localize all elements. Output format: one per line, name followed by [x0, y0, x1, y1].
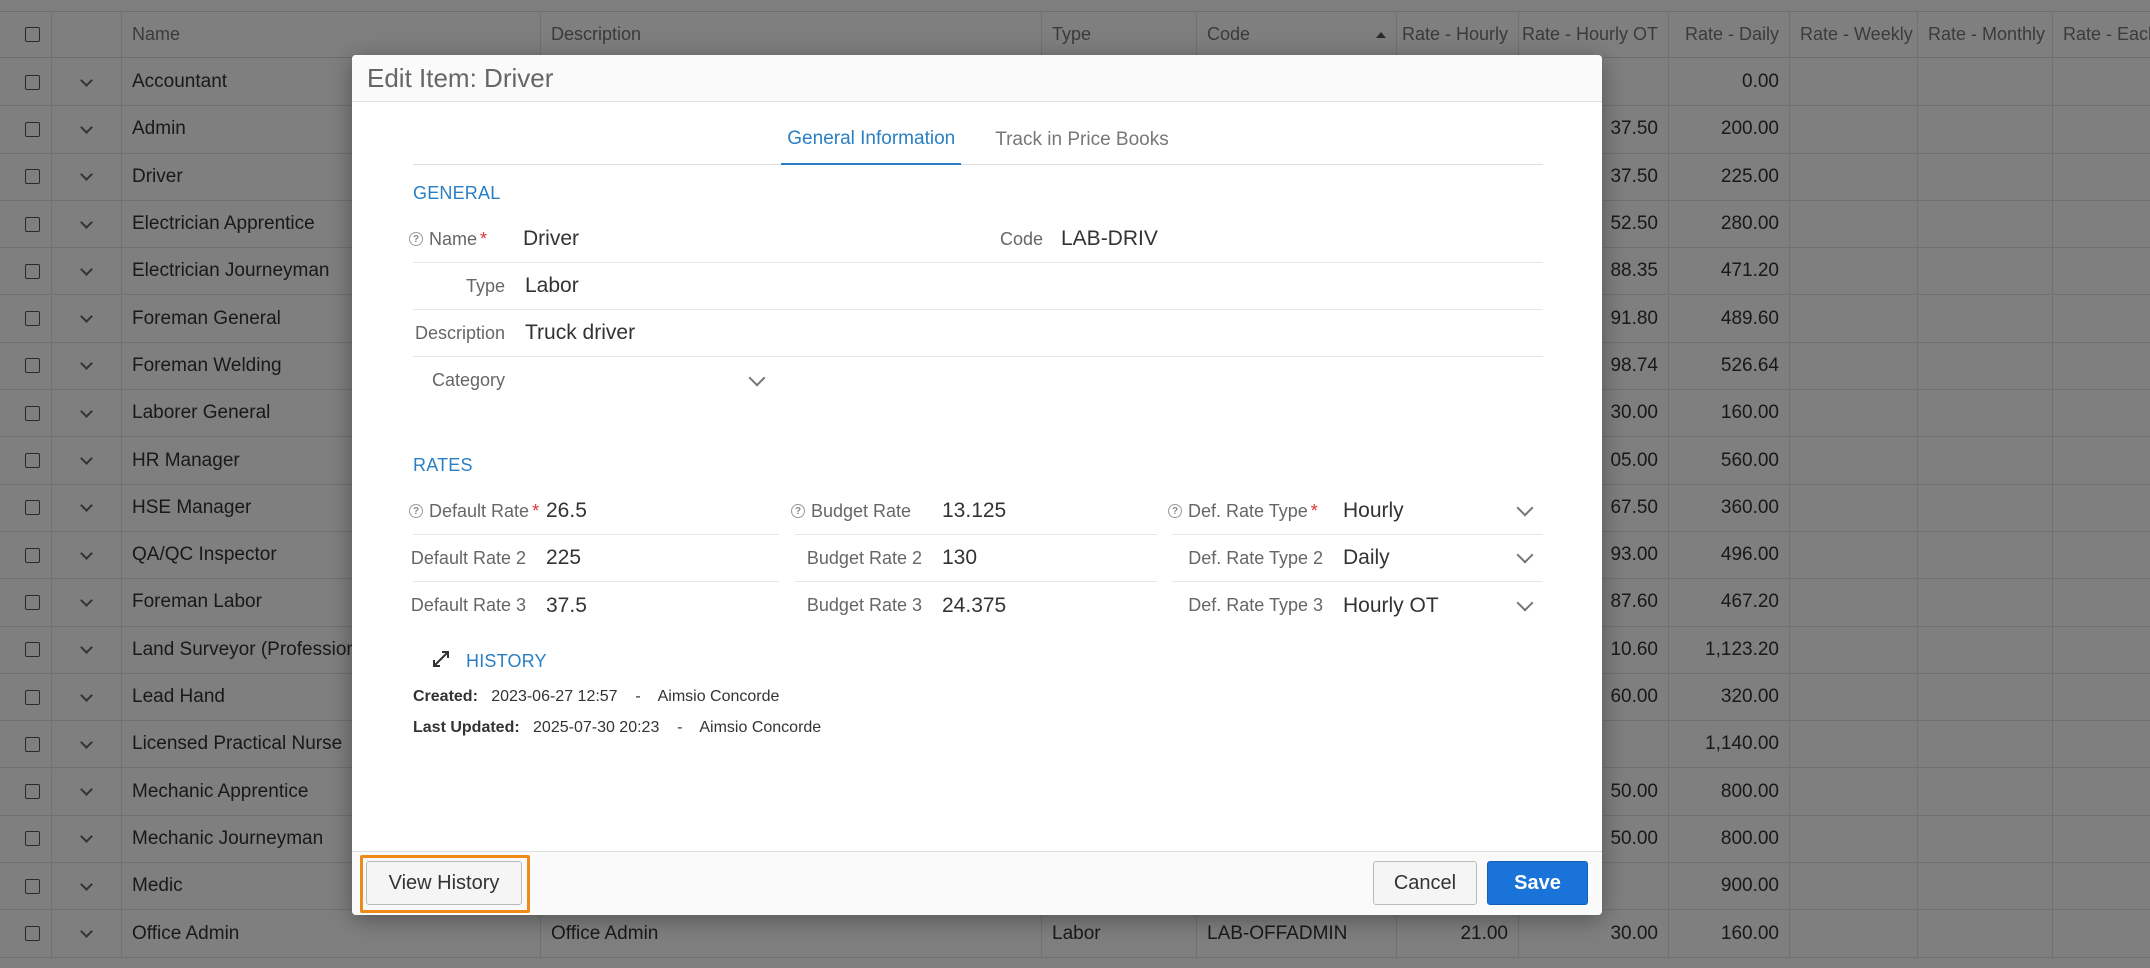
required-marker: * [1310, 500, 1318, 521]
created-separator: - [635, 688, 641, 705]
def-rate-type-label-text: Def. Rate Type [1188, 500, 1308, 521]
dialog-title: Edit Item: Driver [352, 55, 1602, 102]
updated-label: Last Updated: [413, 719, 520, 736]
updated-separator: - [677, 719, 683, 736]
default-rate-3-field[interactable]: 37.5 [546, 594, 587, 618]
name-label: ? Name * [409, 229, 523, 250]
category-select[interactable] [525, 361, 766, 401]
default-rate-label: ? Default Rate * [409, 501, 546, 522]
budget-rate-label-text: Budget Rate [811, 500, 912, 521]
type-label: Type [465, 275, 505, 296]
def-rate-type-3-label: Def. Rate Type 3 [1188, 595, 1323, 615]
tab-track-in-price-books[interactable]: Track in Price Books [989, 115, 1175, 165]
description-field[interactable]: Truck driver [525, 321, 635, 345]
default-rate-label-text: Default Rate [429, 500, 530, 521]
save-button[interactable]: Save [1487, 861, 1588, 905]
tab-general-information[interactable]: General Information [781, 115, 962, 165]
description-label: Description [414, 322, 505, 343]
name-code-row: ? Name * Driver Code LAB-DRIV [409, 216, 1543, 263]
collapse-icon[interactable] [430, 648, 452, 670]
created-label: Created: [413, 688, 478, 705]
budget-rate-3-row: Budget Rate 3 24.375 [795, 582, 1157, 629]
def-rate-type-2-row: Def. Rate Type 2 Daily [1172, 535, 1543, 582]
budget-rate-label: ? Budget Rate [791, 501, 942, 522]
created-info: Created: 2023-06-27 12:57 - Aimsio Conco… [413, 688, 779, 706]
type-row: Type Labor [413, 263, 1543, 310]
def-rate-type-2-label: Def. Rate Type 2 [1188, 547, 1323, 568]
def-rate-type-2-value: Daily [1343, 546, 1390, 569]
default-rate-row: ? Default Rate * 26.5 [409, 488, 779, 535]
updated-date: 2025-07-30 20:23 [533, 719, 660, 736]
def-rate-type-select[interactable]: Hourly [1343, 499, 1534, 523]
code-field[interactable]: LAB-DRIV [1061, 227, 1501, 251]
budget-rate-row: ? Budget Rate 13.125 [791, 488, 1157, 535]
budget-rate-3-label: Budget Rate 3 [806, 595, 922, 615]
def-rate-type-3-row: Def. Rate Type 3 Hourly OT [1172, 582, 1543, 629]
default-rate-3-row: Default Rate 3 37.5 [410, 582, 779, 629]
view-history-button[interactable]: View History [366, 861, 522, 905]
name-label-text: Name [429, 228, 478, 249]
chevron-down-icon [748, 369, 766, 386]
rates-section-title: RATES [413, 455, 473, 475]
default-rate-2-field[interactable]: 225 [546, 546, 581, 570]
general-section-title: GENERAL [413, 183, 501, 203]
default-rate-2-label: Default Rate 2 [410, 547, 526, 568]
code-label: Code [999, 228, 1043, 249]
type-field[interactable]: Labor [525, 274, 579, 298]
def-rate-type-3-value: Hourly OT [1343, 593, 1439, 617]
help-icon[interactable]: ? [409, 504, 423, 518]
def-rate-type-label: ? Def. Rate Type * [1168, 501, 1343, 522]
dialog-footer: View History Cancel Save [352, 851, 1602, 915]
help-icon[interactable]: ? [791, 504, 805, 518]
budget-rate-3-field[interactable]: 24.375 [942, 594, 1006, 618]
default-rate-2-row: Default Rate 2 225 [410, 535, 779, 582]
name-field[interactable]: Driver [523, 227, 963, 251]
default-rate-field[interactable]: 26.5 [546, 499, 587, 523]
created-date: 2023-06-27 12:57 [491, 688, 618, 705]
budget-rate-2-label: Budget Rate 2 [806, 547, 922, 568]
category-row: Category [413, 357, 773, 404]
help-icon[interactable]: ? [1168, 504, 1182, 518]
def-rate-type-value: Hourly [1343, 499, 1404, 522]
chevron-down-icon [1516, 546, 1534, 564]
required-marker: * [480, 228, 488, 249]
budget-rate-2-field[interactable]: 130 [942, 546, 977, 570]
edit-item-dialog: Edit Item: Driver General Information Tr… [352, 55, 1602, 915]
def-rate-type-row: ? Def. Rate Type * Hourly [1168, 488, 1543, 535]
budget-rate-field[interactable]: 13.125 [942, 499, 1006, 523]
chevron-down-icon [1516, 499, 1534, 517]
description-row: Description Truck driver [413, 310, 1543, 357]
help-icon[interactable]: ? [409, 232, 423, 246]
updated-by: Aimsio Concorde [699, 719, 822, 736]
cancel-button[interactable]: Cancel [1373, 861, 1477, 905]
required-marker: * [532, 500, 540, 521]
default-rate-3-label: Default Rate 3 [410, 595, 526, 615]
created-by: Aimsio Concorde [657, 688, 780, 705]
category-label: Category [431, 370, 505, 390]
chevron-down-icon [1516, 594, 1534, 611]
def-rate-type-2-select[interactable]: Daily [1343, 546, 1534, 570]
def-rate-type-3-select[interactable]: Hourly OT [1343, 593, 1534, 618]
tab-bar: General Information Track in Price Books [413, 115, 1543, 165]
history-section-title: HISTORY [466, 651, 547, 671]
budget-rate-2-row: Budget Rate 2 130 [795, 535, 1157, 582]
updated-info: Last Updated: 2025-07-30 20:23 - Aimsio … [413, 719, 821, 737]
